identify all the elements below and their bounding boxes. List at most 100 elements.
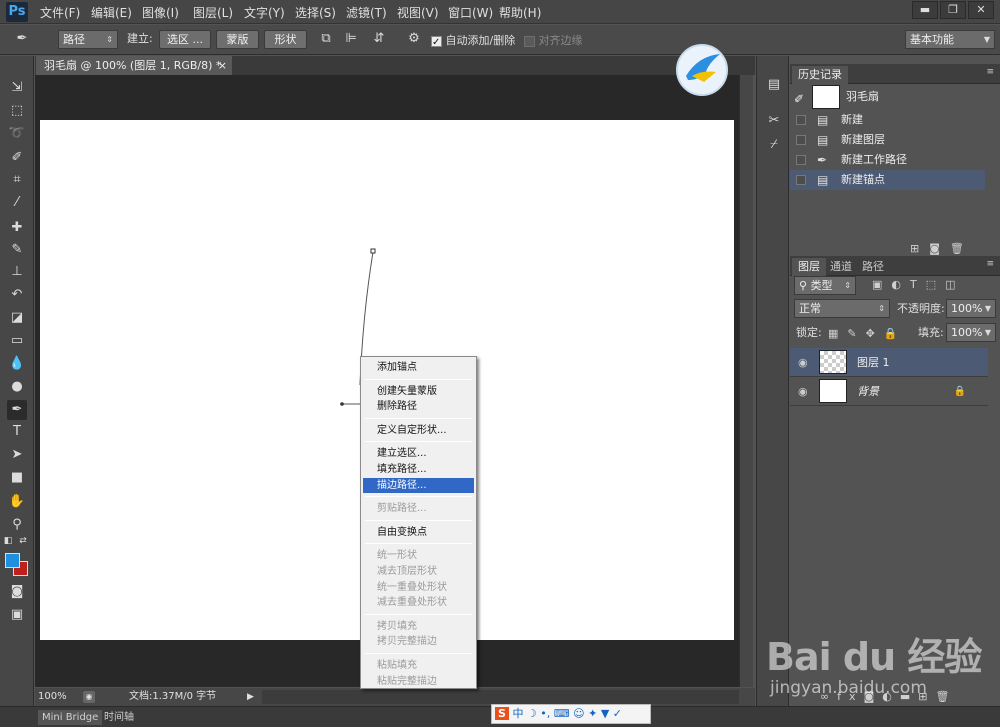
dodge-tool-icon[interactable]: ● [7,377,27,397]
context-menu-item[interactable]: 定义自定形状... [363,423,474,438]
context-menu-item[interactable]: 填充路径... [363,462,474,477]
context-menu-item[interactable]: 描边路径... [363,477,474,493]
status-menu-arrow-icon[interactable]: ▶ [247,688,254,706]
layers-menu-icon[interactable]: ≡ [986,259,994,269]
foreground-color-swatch[interactable] [5,553,20,568]
lasso-tool-icon[interactable]: ➰ [7,124,27,144]
tab-layers[interactable]: 图层 [792,258,826,276]
lock-all-icon[interactable]: 🔒 [884,327,907,340]
filter-shape-icon[interactable]: ⬚ [926,278,945,291]
ime-mode-icon[interactable]: 中 ☽ •, ⌨ ☺ ✦ ▼ ✓ [512,707,622,720]
type-tool-icon[interactable]: T [7,422,27,442]
menu-layer[interactable]: 图层(L) [193,4,244,21]
menu-image[interactable]: 图像(I) [142,4,193,21]
camera-icon[interactable]: ◙ [929,242,950,255]
quick-selection-tool-icon[interactable]: ✐ [7,148,27,168]
default-colors-icon[interactable]: ◧ [2,535,14,547]
hand-tool-icon[interactable]: ✋ [7,492,27,512]
context-menu-item[interactable]: 删除路径 [363,399,474,414]
history-item[interactable]: ▤ 新建 [790,110,985,130]
screen-mode-icon[interactable]: ▣ [7,605,27,625]
tab-mini-bridge[interactable]: Mini Bridge [38,710,103,725]
filter-smart-icon[interactable]: ◫ [945,278,964,291]
context-menu-item[interactable]: 添加锚点 [363,360,474,375]
history-panel-icon[interactable]: ▤ [765,76,783,94]
close-button[interactable]: ✕ [968,1,994,19]
path-arrangement-icon[interactable]: ⇵ [371,31,387,47]
eye-icon[interactable]: ◉ [798,348,808,377]
ime-toolbar[interactable]: S 中 ☽ •, ⌨ ☺ ✦ ▼ ✓ [491,704,651,724]
context-menu-item[interactable]: 自由变换点 [363,525,474,540]
menu-view[interactable]: 视图(V) [397,4,448,21]
brush-presets-icon[interactable]: ⌿ [765,136,783,154]
layer-name[interactable]: 背景 [857,377,879,406]
auto-add-delete-checkbox[interactable] [431,34,442,51]
menu-help[interactable]: 帮助(H) [499,4,550,21]
pen-tool-preset-icon[interactable]: ✒ [14,31,30,47]
brush-source-icon[interactable]: ✐ [794,89,804,109]
opacity-field[interactable]: 100% ▼ [946,299,996,318]
swap-colors-icon[interactable]: ⇄ [17,535,29,547]
restore-button[interactable]: ❐ [940,1,966,19]
path-alignment-icon[interactable]: ⊫ [343,31,359,47]
eyedropper-tool-icon[interactable]: ⁄ [7,193,27,213]
vertical-scrollbar[interactable] [739,75,753,687]
shape-button[interactable]: 形状 [264,30,307,49]
menu-select[interactable]: 选择(S) [295,4,346,21]
tab-paths[interactable]: 路径 [856,258,890,276]
menu-file[interactable]: 文件(F) [40,4,91,21]
status-share-icon[interactable]: ◉ [83,691,95,703]
layer-row[interactable]: ◉ 图层 1 [790,348,988,377]
gradient-tool-icon[interactable]: ▭ [7,331,27,351]
history-step-checkbox[interactable] [796,135,806,145]
history-item[interactable]: ✒ 新建工作路径 [790,150,985,170]
selection-button[interactable]: 选区 ... [159,30,211,49]
context-menu-item[interactable]: 创建矢量蒙版 [363,384,474,399]
path-selection-tool-icon[interactable]: ➤ [7,445,27,465]
context-menu-item[interactable]: 建立选区... [363,446,474,461]
zoom-level[interactable]: 100% [38,688,67,706]
mode-dropdown[interactable]: 路径 ⇕ [58,30,118,49]
menu-edit[interactable]: 编辑(E) [91,4,142,21]
crop-tool-icon[interactable]: ⌗ [7,170,27,190]
document-tab[interactable]: 羽毛扇 @ 100% (图层 1, RGB/8) * × [36,56,232,75]
history-step-checkbox[interactable] [796,175,806,185]
filter-pixel-icon[interactable]: ▣ [872,278,891,291]
history-item[interactable]: ▤ 新建锚点 [790,170,985,190]
move-tool-icon[interactable]: ⇲ [7,78,27,98]
history-brush-tool-icon[interactable]: ↶ [7,285,27,305]
brush-tool-icon[interactable]: ✎ [7,240,27,260]
mask-button[interactable]: 蒙版 [216,30,259,49]
eye-icon[interactable]: ◉ [798,377,808,406]
tool-presets-icon[interactable]: ✂ [765,112,783,130]
tab-history[interactable]: 历史记录 [792,66,848,84]
tab-channels[interactable]: 通道 [824,258,858,276]
minimize-button[interactable]: ▬ [912,1,938,19]
history-item[interactable]: ▤ 新建图层 [790,130,985,150]
fill-field[interactable]: 100% ▼ [946,323,996,342]
quick-mask-icon[interactable]: ◙ [7,582,27,602]
gear-icon[interactable]: ⚙ [406,31,422,47]
trash-icon[interactable]: 🗑 [950,242,974,255]
auto-add-delete-option[interactable]: 自动添加/删除 [431,32,515,51]
menu-type[interactable]: 文字(Y) [244,4,295,21]
layer-name[interactable]: 图层 1 [857,348,890,377]
new-doc-from-state-icon[interactable]: ⊞ [910,242,929,255]
workspace-dropdown[interactable]: 基本功能 ▼ [905,30,995,49]
history-step-checkbox[interactable] [796,155,806,165]
lock-image-icon[interactable]: ✎ [847,327,865,340]
lock-transparent-icon[interactable]: ▦ [828,327,847,340]
clone-stamp-tool-icon[interactable]: ⊥ [7,262,27,282]
blur-tool-icon[interactable]: 💧 [7,354,27,374]
close-tab-icon[interactable]: × [218,56,227,75]
layer-row[interactable]: ◉ 背景 🔒 [790,377,988,406]
marquee-tool-icon[interactable]: ⬚ [7,101,27,121]
history-step-checkbox[interactable] [796,115,806,125]
layer-filter-dropdown[interactable]: ⚲ 类型 ⇕ [794,276,856,295]
rectangle-tool-icon[interactable]: ■ [7,468,27,488]
horizontal-scrollbar[interactable] [262,690,739,704]
lock-position-icon[interactable]: ✥ [866,327,884,340]
tab-timeline[interactable]: 时间轴 [100,710,138,725]
blend-mode-dropdown[interactable]: 正常 ⇕ [794,299,890,318]
menu-window[interactable]: 窗口(W) [448,4,499,21]
